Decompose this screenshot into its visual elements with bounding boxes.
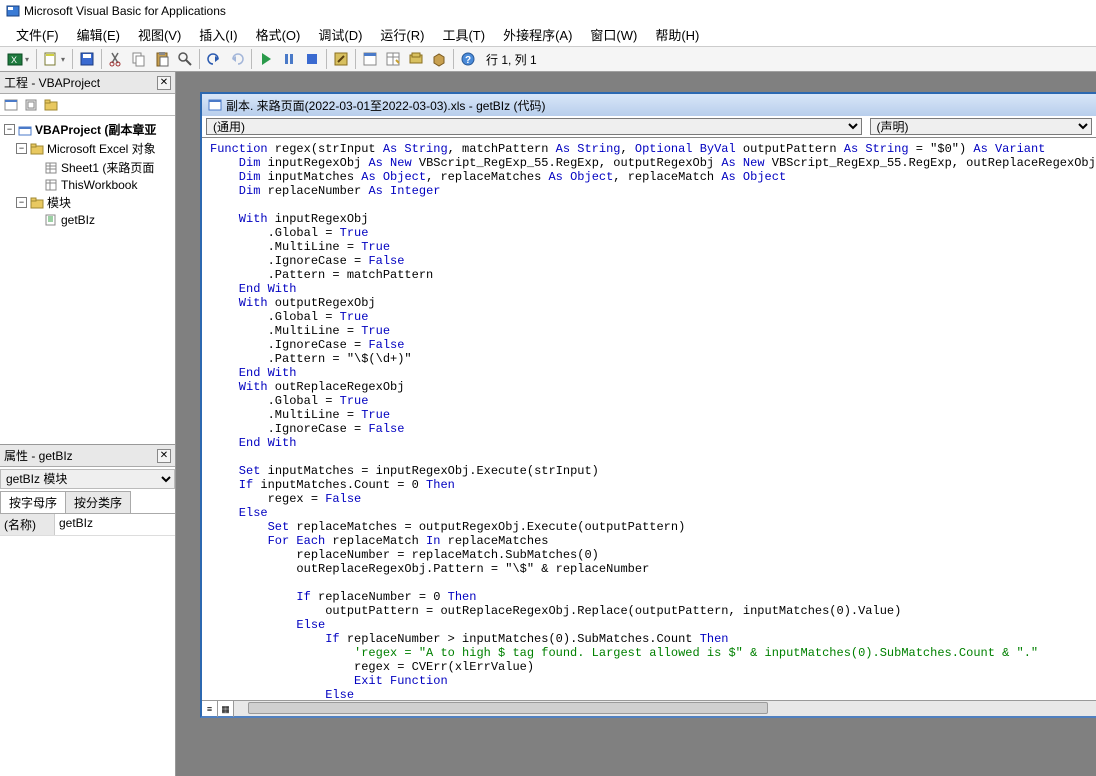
menu-addins[interactable]: 外接程序(A): [495, 23, 580, 46]
toolbox-icon[interactable]: [428, 48, 450, 70]
code-window-icon: [208, 99, 222, 111]
redo-icon[interactable]: [226, 48, 248, 70]
cursor-position: 行 1, 列 1: [486, 51, 537, 68]
menu-insert[interactable]: 插入(I): [191, 23, 245, 46]
view-code-icon[interactable]: [2, 96, 20, 114]
app-icon: [6, 4, 20, 18]
toggle-folders-icon[interactable]: [42, 96, 60, 114]
workbook-icon: [44, 179, 58, 191]
view-excel-icon[interactable]: X: [4, 48, 26, 70]
dropdown-icon[interactable]: ▾: [61, 55, 69, 64]
reset-icon[interactable]: [301, 48, 323, 70]
module-getbiz-node[interactable]: getBIz: [61, 213, 95, 227]
excel-objects-node[interactable]: Microsoft Excel 对象: [47, 140, 156, 157]
svg-text:?: ?: [465, 55, 471, 66]
cut-icon[interactable]: [105, 48, 127, 70]
object-combo[interactable]: (通用): [206, 118, 862, 135]
insert-module-icon[interactable]: [40, 48, 62, 70]
menu-edit[interactable]: 编辑(E): [69, 23, 128, 46]
property-tabs: 按字母序 按分类序: [0, 491, 175, 514]
copy-icon[interactable]: [128, 48, 150, 70]
expand-icon[interactable]: −: [16, 143, 27, 154]
menu-format[interactable]: 格式(O): [248, 23, 309, 46]
menu-view[interactable]: 视图(V): [130, 23, 189, 46]
project-explorer-icon[interactable]: [359, 48, 381, 70]
project-node[interactable]: VBAProject (副本章亚: [35, 121, 156, 138]
sheet1-node[interactable]: Sheet1 (来路页面: [61, 159, 154, 176]
code-editor[interactable]: Function regex(strInput As String, match…: [202, 138, 1096, 700]
prop-name-label: (名称): [0, 514, 55, 535]
object-selector[interactable]: getBIz 模块: [0, 469, 175, 489]
full-module-view-icon[interactable]: ▦: [218, 701, 234, 717]
project-toolbar: [0, 94, 175, 116]
menu-help[interactable]: 帮助(H): [647, 23, 707, 46]
menubar: 文件(F) 编辑(E) 视图(V) 插入(I) 格式(O) 调试(D) 运行(R…: [0, 22, 1096, 46]
mdi-area: 副本. 来路页面(2022-03-01至2022-03-03).xls - ge…: [176, 72, 1096, 776]
code-window: 副本. 来路页面(2022-03-01至2022-03-03).xls - ge…: [200, 92, 1096, 718]
save-icon[interactable]: [76, 48, 98, 70]
expand-icon[interactable]: −: [16, 197, 27, 208]
horizontal-scrollbar[interactable]: [234, 701, 1096, 716]
folder-icon: [30, 143, 44, 155]
module-icon: [44, 214, 58, 226]
svg-text:X: X: [11, 55, 17, 65]
toolbar: X ▾ ▾ ? 行 1, 列 1: [0, 46, 1096, 72]
prop-name-value[interactable]: getBIz: [55, 514, 175, 535]
expand-icon[interactable]: −: [4, 124, 15, 135]
code-window-footer: ≡ ▦: [202, 700, 1096, 716]
folder-icon: [30, 197, 44, 209]
close-icon[interactable]: ✕: [157, 76, 171, 90]
thisworkbook-node[interactable]: ThisWorkbook: [61, 178, 137, 192]
properties-window-icon[interactable]: [382, 48, 404, 70]
procedure-combo[interactable]: (声明): [870, 118, 1093, 135]
close-icon[interactable]: ✕: [157, 449, 171, 463]
object-browser-icon[interactable]: [405, 48, 427, 70]
help-icon[interactable]: ?: [457, 48, 479, 70]
view-object-icon[interactable]: [22, 96, 40, 114]
property-grid[interactable]: (名称) getBIz: [0, 514, 175, 536]
menu-window[interactable]: 窗口(W): [582, 23, 645, 46]
undo-icon[interactable]: [203, 48, 225, 70]
properties-pane-title: 属性 - getBIz ✕: [0, 445, 175, 467]
code-window-title[interactable]: 副本. 来路页面(2022-03-01至2022-03-03).xls - ge…: [202, 94, 1096, 116]
project-icon: [18, 124, 32, 136]
project-tree[interactable]: −VBAProject (副本章亚 −Microsoft Excel 对象 Sh…: [0, 116, 175, 406]
modules-node[interactable]: 模块: [47, 194, 71, 211]
paste-icon[interactable]: [151, 48, 173, 70]
sheet-icon: [44, 162, 58, 174]
menu-file[interactable]: 文件(F): [8, 23, 67, 46]
run-icon[interactable]: [255, 48, 277, 70]
menu-run[interactable]: 运行(R): [372, 23, 432, 46]
dropdown-icon[interactable]: ▾: [25, 55, 33, 64]
titlebar: Microsoft Visual Basic for Applications: [0, 0, 1096, 22]
menu-debug[interactable]: 调试(D): [310, 23, 370, 46]
break-icon[interactable]: [278, 48, 300, 70]
find-icon[interactable]: [174, 48, 196, 70]
tab-categorized[interactable]: 按分类序: [65, 491, 131, 513]
project-pane-title: 工程 - VBAProject ✕: [0, 72, 175, 94]
design-mode-icon[interactable]: [330, 48, 352, 70]
tab-alphabetic[interactable]: 按字母序: [0, 491, 66, 513]
app-title: Microsoft Visual Basic for Applications: [24, 4, 226, 18]
menu-tools[interactable]: 工具(T): [434, 23, 493, 46]
procedure-view-icon[interactable]: ≡: [202, 701, 218, 717]
